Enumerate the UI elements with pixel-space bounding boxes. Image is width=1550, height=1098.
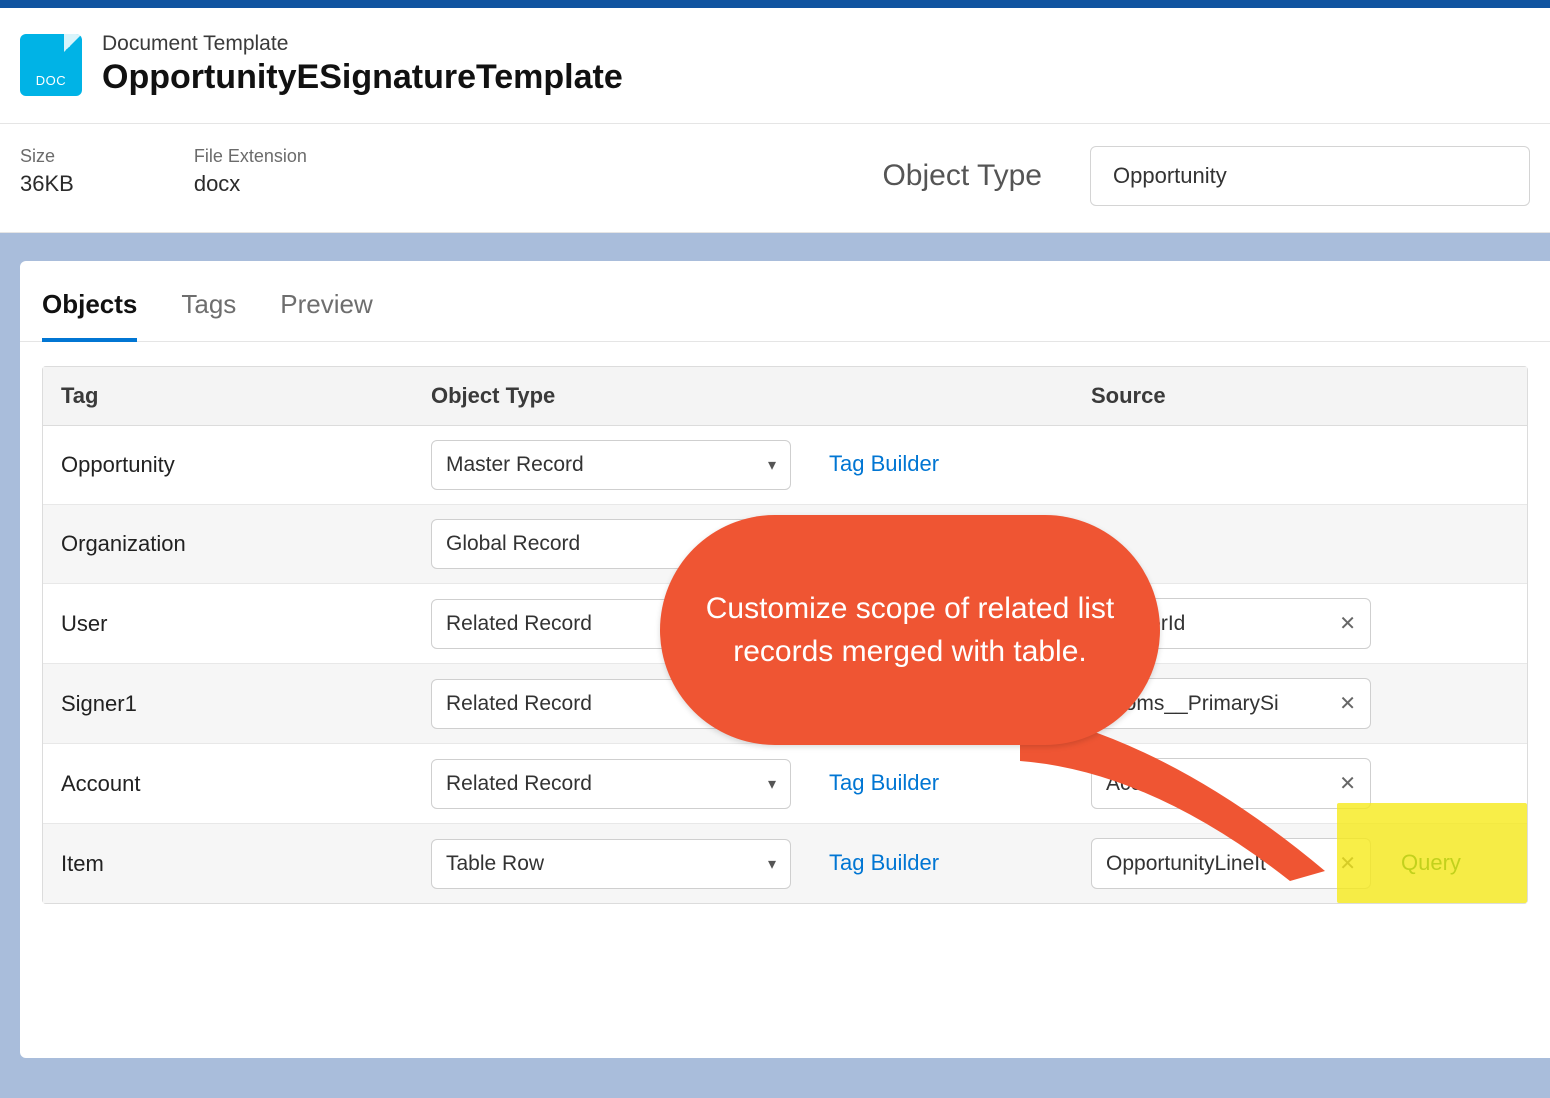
size-value: 36KB <box>20 171 74 197</box>
object-type-cell: Table Row ▾ Tag Builder <box>413 824 1073 904</box>
callout-text: Customize scope of related list records … <box>700 587 1120 674</box>
header-kicker: Document Template <box>102 32 623 56</box>
tag-cell: Signer1 <box>43 664 413 744</box>
info-row: Size 36KB File Extension docx Object Typ… <box>0 123 1550 233</box>
clear-icon[interactable]: ✕ <box>1339 771 1356 796</box>
tag-cell: Account <box>43 744 413 824</box>
object-type-field[interactable]: Opportunity <box>1090 146 1530 206</box>
tag-cell: User <box>43 584 413 664</box>
tab-objects[interactable]: Objects <box>42 289 137 342</box>
object-type-label: Object Type <box>882 159 1042 193</box>
tag-cell: Opportunity <box>43 426 413 505</box>
tag-builder-link[interactable]: Tag Builder <box>829 850 939 875</box>
object-type-select-value: Master Record <box>446 453 584 477</box>
object-type-select[interactable]: Table Row ▾ <box>431 839 791 889</box>
object-type-select-value: Global Record <box>446 532 580 556</box>
file-extension-value: docx <box>194 171 307 197</box>
tag-cell: Item <box>43 824 413 904</box>
tag-cell: Organization <box>43 505 413 584</box>
doc-icon-label: DOC <box>36 73 66 88</box>
doc-icon: DOC <box>20 34 82 96</box>
tag-builder-link[interactable]: Tag Builder <box>829 770 939 795</box>
table-row: Opportunity Master Record ▾ Tag Builder <box>43 426 1527 505</box>
size-label: Size <box>20 146 74 167</box>
content-card: Objects Tags Preview Tag Object Type Sou… <box>20 261 1550 1058</box>
object-type-cell: Master Record ▾ Tag Builder <box>413 426 1073 505</box>
file-extension-label: File Extension <box>194 146 307 167</box>
object-type-select[interactable]: Master Record ▾ <box>431 440 791 490</box>
tag-builder-link[interactable]: Tag Builder <box>829 451 939 476</box>
clear-icon[interactable]: ✕ <box>1339 851 1356 876</box>
chevron-down-icon: ▾ <box>768 455 776 475</box>
query-link[interactable]: Query <box>1401 850 1461 875</box>
chevron-down-icon: ▾ <box>768 774 776 794</box>
object-type-select-value: Related Record <box>446 612 592 636</box>
tab-preview[interactable]: Preview <box>280 289 372 341</box>
callout-bubble: Customize scope of related list records … <box>660 515 1160 745</box>
object-type-select-value: Related Record <box>446 772 592 796</box>
tab-tags[interactable]: Tags <box>181 289 236 341</box>
page-title: OpportunityESignatureTemplate <box>102 58 623 97</box>
chevron-down-icon: ▾ <box>768 854 776 874</box>
object-type-cell: Related Record ▾ Tag Builder <box>413 744 1073 824</box>
object-type-select-value: Table Row <box>446 852 544 876</box>
object-type-select[interactable]: Related Record ▾ <box>431 759 791 809</box>
object-type-select-value: Related Record <box>446 692 592 716</box>
page-header: DOC Document Template OpportunityESignat… <box>0 8 1550 123</box>
column-header-tag: Tag <box>43 367 413 426</box>
source-cell <box>1073 426 1527 505</box>
column-header-source: Source <box>1073 367 1527 426</box>
clear-icon[interactable]: ✕ <box>1339 691 1356 716</box>
column-header-object-type: Object Type <box>413 367 1073 426</box>
clear-icon[interactable]: ✕ <box>1339 611 1356 636</box>
window-top-border <box>0 0 1550 8</box>
tabs: Objects Tags Preview <box>20 289 1550 342</box>
